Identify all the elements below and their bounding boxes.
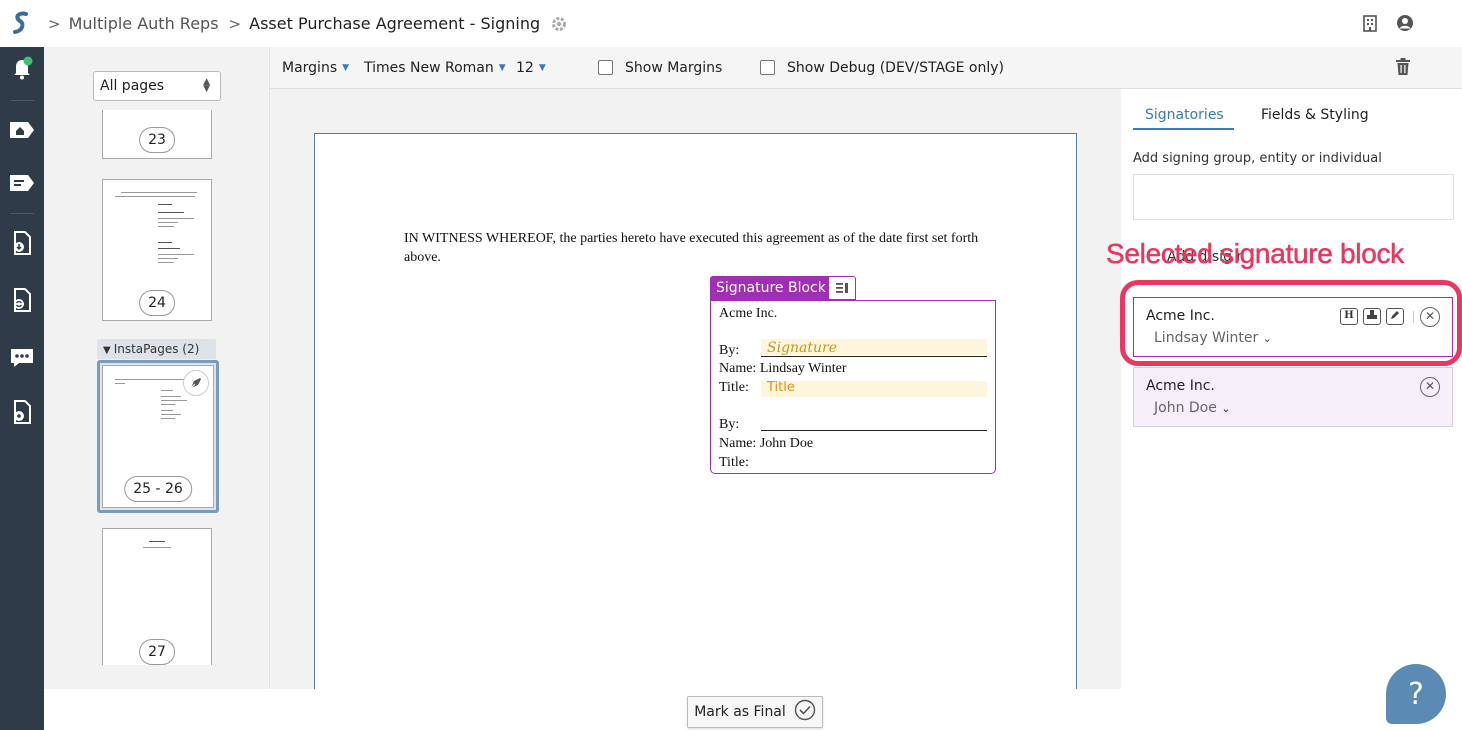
notification-bell-icon[interactable] <box>7 53 37 83</box>
right-side-panel: Signatories Fields & Styling Add signing… <box>1121 89 1462 689</box>
mark-final-label: Mark as Final <box>694 704 786 720</box>
thumbnail-page-25-26[interactable]: 25 - 26 <box>102 365 214 508</box>
thumbnail-page-number: 23 <box>139 127 175 153</box>
chevron-down-icon: ▼ <box>103 345 111 356</box>
document-sync-icon[interactable] <box>7 285 37 315</box>
sig-by-label: By: <box>719 343 740 358</box>
settings-gear-icon[interactable] <box>550 15 568 33</box>
sig-by-label-2: By: <box>719 417 740 432</box>
font-family-label: Times New Roman <box>364 60 494 76</box>
chevron-down-icon: ⌄ <box>1221 402 1231 415</box>
font-size-dropdown[interactable]: 12 ▼ <box>516 60 546 76</box>
page-filter-select[interactable]: All pages ▲ ▼ <box>93 71 221 101</box>
select-arrows-icon: ▲ ▼ <box>203 77 210 94</box>
tab-signatories[interactable]: Signatories <box>1133 107 1234 130</box>
thumbnail-page-number: 25 - 26 <box>124 476 192 502</box>
show-debug-checkbox[interactable]: Show Debug (DEV/STAGE only) <box>760 60 1004 76</box>
remove-signer-close-icon[interactable]: ✕ <box>1420 377 1440 397</box>
caret-down-icon: ▼ <box>342 63 350 73</box>
witness-paragraph: IN WITNESS WHEREOF, the parties hereto h… <box>404 231 979 265</box>
add-signer-label: Add signing group, entity or individual <box>1133 151 1382 166</box>
margins-dropdown[interactable]: Margins ▼ <box>282 60 349 76</box>
thumbnail-page-number: 24 <box>139 290 175 316</box>
signer-entity: Acme Inc. <box>1146 378 1215 394</box>
user-account-icon[interactable] <box>1396 14 1414 36</box>
tab-fields-styling[interactable]: Fields & Styling <box>1261 107 1369 123</box>
sig-name-1: Name: Lindsay Winter <box>719 361 847 376</box>
sig-title-label-2: Title: <box>719 455 749 470</box>
show-debug-label: Show Debug (DEV/STAGE only) <box>787 60 1004 76</box>
breadcrumb-parent[interactable]: Multiple Auth Reps <box>69 14 219 33</box>
contacts-tag-icon[interactable] <box>7 168 37 198</box>
document-settings-icon[interactable] <box>7 397 37 427</box>
home-tag-icon[interactable] <box>7 115 37 145</box>
title-placeholder: Title <box>767 380 795 395</box>
editor-toolbar: Margins ▼ Times New Roman ▼ 12 ▼ Show Margi… <box>270 47 1462 89</box>
signer-person: John Doe <box>1154 400 1217 416</box>
bottom-action-bar: Mark as Final <box>44 689 1462 730</box>
thumbnail-page-24[interactable]: 24 <box>102 179 212 321</box>
checkbox-box[interactable] <box>598 60 613 75</box>
checkbox-box[interactable] <box>760 60 775 75</box>
annotation-callout-text: Selected signature block <box>1106 238 1405 270</box>
signature-block-label[interactable]: Signature Block <box>710 276 832 300</box>
font-size-label: 12 <box>516 60 534 76</box>
show-margins-checkbox[interactable]: Show Margins <box>598 60 722 76</box>
page-title: Asset Purchase Agreement - Signing <box>249 14 541 33</box>
caret-down-icon: ▼ <box>498 63 506 73</box>
page-thumbnails-panel: All pages ▲ ▼ 23 24 ▼ InstaPages (2) 25 … <box>44 47 270 689</box>
breadcrumb-separator: > <box>48 14 61 33</box>
signer-person-dropdown[interactable]: John Doe ⌄ <box>1154 400 1231 416</box>
caret-down-icon: ▼ <box>538 63 546 73</box>
document-canvas: IN WITNESS WHEREOF, the parties hereto h… <box>270 89 1121 703</box>
document-page: IN WITNESS WHEREOF, the parties hereto h… <box>314 133 1077 703</box>
page-filter-value: All pages <box>100 78 165 94</box>
sig-entity: Acme Inc. <box>719 306 778 321</box>
chat-icon[interactable] <box>7 343 37 373</box>
breadcrumb-separator: > <box>228 14 242 33</box>
block-menu-icon[interactable] <box>828 276 856 300</box>
add-signer-input[interactable] <box>1133 174 1454 220</box>
building-icon[interactable] <box>1362 14 1378 36</box>
signer-card-john-doe[interactable]: Acme Inc. John Doe ⌄ ✕ <box>1133 367 1453 427</box>
document-download-icon[interactable] <box>7 228 37 258</box>
instapages-group-header[interactable]: ▼ InstaPages (2) <box>97 339 216 359</box>
instapages-label: InstaPages (2) <box>113 342 200 356</box>
thumbnail-page-27[interactable]: 27 <box>102 528 212 665</box>
font-family-dropdown[interactable]: Times New Roman ▼ <box>364 60 506 76</box>
signature-block[interactable]: Acme Inc. By: Signature Name: Lindsay Wi… <box>710 300 996 474</box>
breadcrumb: > Multiple Auth Reps > Asset Purchase Ag… <box>46 0 568 47</box>
trash-icon[interactable] <box>1395 58 1411 80</box>
show-margins-label: Show Margins <box>625 60 723 76</box>
app-logo-icon[interactable] <box>10 10 32 36</box>
check-circle-icon <box>794 699 816 725</box>
top-bar: > Multiple Auth Reps > Asset Purchase Ag… <box>0 0 1462 47</box>
thumbnail-page-23[interactable]: 23 <box>102 110 212 159</box>
signature-placeholder: Signature <box>767 340 838 356</box>
pen-nib-icon <box>183 370 209 396</box>
margins-label: Margins <box>282 60 338 76</box>
left-nav-rail <box>0 47 44 730</box>
sig-title-label: Title: <box>719 380 749 395</box>
mark-as-final-button[interactable]: Mark as Final <box>687 696 823 728</box>
thumbnail-page-number: 27 <box>139 639 175 665</box>
annotation-highlight-ring <box>1120 280 1462 366</box>
help-chat-button[interactable]: ? <box>1386 664 1446 724</box>
sig-name-2: Name: John Doe <box>719 436 814 451</box>
